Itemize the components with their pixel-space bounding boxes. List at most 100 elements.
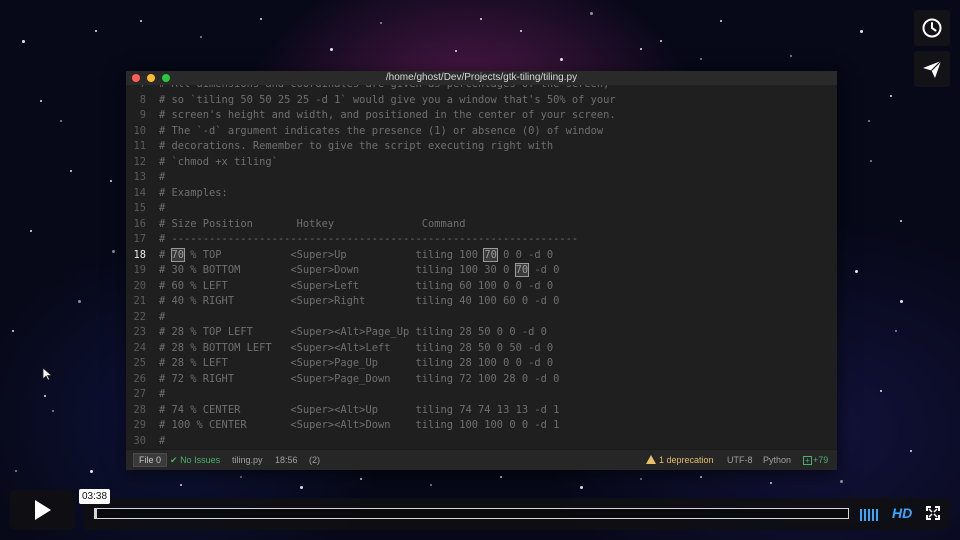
code-line[interactable]: 24 # 28 % BOTTOM LEFT <Super><Alt>Left ti… bbox=[126, 341, 837, 357]
code-line[interactable]: 30 # bbox=[126, 434, 837, 450]
line-number: 19 bbox=[133, 264, 146, 276]
code-editor[interactable]: 7# All dimensions and coordinates are gi… bbox=[126, 77, 837, 449]
editor-window: 7# All dimensions and coordinates are gi… bbox=[126, 71, 837, 470]
star bbox=[140, 20, 142, 22]
line-number: 25 bbox=[133, 357, 146, 369]
code-line[interactable]: 23 # 28 % TOP LEFT <Super><Alt>Page_Up ti… bbox=[126, 325, 837, 341]
star bbox=[380, 22, 382, 24]
current-filename[interactable]: tiling.py bbox=[232, 455, 263, 465]
line-number: 22 bbox=[133, 310, 146, 323]
star bbox=[900, 220, 902, 222]
code-text: # 74 % CENTER <Super><Alt>Up tiling 74 7… bbox=[159, 403, 560, 416]
star bbox=[95, 30, 97, 32]
star bbox=[770, 482, 772, 484]
star bbox=[70, 170, 72, 172]
check-icon: ✔ bbox=[170, 455, 178, 465]
search-match-highlight: 70 bbox=[514, 263, 530, 277]
git-changes[interactable]: + +79 bbox=[803, 455, 828, 465]
code-line[interactable]: 18 # 70 % TOP <Super>Up tiling 100 70 0 0… bbox=[126, 247, 837, 264]
star bbox=[200, 36, 202, 38]
window-titlebar[interactable]: /home/ghost/Dev/Projects/gtk-tiling/tili… bbox=[126, 71, 837, 85]
progress-bar[interactable] bbox=[94, 508, 849, 519]
star bbox=[855, 270, 858, 273]
star bbox=[840, 480, 843, 483]
code-line[interactable]: 11 # decorations. Remember to give the sc… bbox=[126, 139, 837, 155]
star bbox=[860, 30, 863, 33]
language-selector[interactable]: Python bbox=[763, 455, 791, 465]
star bbox=[40, 100, 42, 102]
star bbox=[480, 18, 482, 20]
play-button[interactable] bbox=[10, 490, 75, 530]
hd-quality-toggle[interactable]: HD bbox=[892, 505, 912, 521]
code-line[interactable]: 15 # bbox=[126, 201, 837, 217]
line-number: 27 bbox=[133, 388, 146, 400]
linter-status[interactable]: ✔ No Issues bbox=[170, 455, 220, 466]
code-line[interactable]: 22 # bbox=[126, 310, 837, 326]
line-number: 13 bbox=[133, 171, 146, 183]
star bbox=[700, 58, 702, 60]
code-text: # --------------------------------------… bbox=[159, 233, 579, 245]
encoding-selector[interactable]: UTF-8 bbox=[727, 455, 753, 465]
line-number: 30 bbox=[133, 434, 146, 447]
code-line[interactable]: 19 # 30 % BOTTOM <Super>Down tiling 100 3… bbox=[126, 263, 837, 279]
cursor-position[interactable]: 18:56 bbox=[275, 455, 298, 465]
line-number: 24 bbox=[133, 341, 146, 354]
star bbox=[660, 40, 662, 42]
line-number: 20 bbox=[133, 279, 146, 292]
selection-count: (2) bbox=[309, 455, 320, 465]
star bbox=[720, 20, 722, 22]
code-line[interactable]: 8 # so `tiling 50 50 25 25 -d 1` would gi… bbox=[126, 93, 837, 109]
code-line[interactable]: 21 # 40 % RIGHT <Super>Right tiling 40 10… bbox=[126, 294, 837, 310]
star bbox=[22, 40, 25, 43]
deprecation-status[interactable]: 1 deprecation bbox=[646, 455, 714, 465]
watch-later-button[interactable] bbox=[914, 10, 950, 46]
line-number: 17 bbox=[133, 233, 146, 245]
star bbox=[890, 95, 892, 97]
star bbox=[900, 300, 903, 303]
file-count-tab[interactable]: File 0 bbox=[133, 453, 168, 467]
line-number: 26 bbox=[133, 372, 146, 385]
code-line[interactable]: 14 # Examples: bbox=[126, 186, 837, 202]
code-line[interactable]: 16 # Size Position Hotkey Command bbox=[126, 217, 837, 233]
share-button[interactable] bbox=[914, 51, 950, 87]
code-line[interactable]: 25 # 28 % LEFT <Super>Page_Up tiling 28 1… bbox=[126, 356, 837, 372]
code-line[interactable]: 9 # screen's height and width, and positi… bbox=[126, 108, 837, 124]
clock-icon bbox=[922, 18, 942, 38]
code-text: # 28 % TOP LEFT <Super><Alt>Page_Up tili… bbox=[159, 326, 547, 338]
star bbox=[90, 470, 93, 473]
line-number: 15 bbox=[133, 202, 146, 214]
code-text: # bbox=[159, 171, 166, 183]
code-line[interactable]: 29 # 100 % CENTER <Super><Alt>Down tiling… bbox=[126, 418, 837, 434]
code-line[interactable]: 13 # bbox=[126, 170, 837, 186]
code-line[interactable]: 27 # bbox=[126, 387, 837, 403]
line-number: 14 bbox=[133, 186, 146, 199]
star bbox=[500, 476, 502, 478]
line-number: 16 bbox=[133, 217, 146, 230]
code-line[interactable]: 26 # 72 % RIGHT <Super>Page_Down tiling 7… bbox=[126, 372, 837, 388]
search-match-highlight: 70 bbox=[483, 247, 498, 262]
send-icon bbox=[923, 60, 942, 78]
code-text: # 28 % LEFT <Super>Page_Up tiling 28 100… bbox=[159, 357, 554, 369]
code-line[interactable]: 28 # 74 % CENTER <Super><Alt>Up tiling 74… bbox=[126, 403, 837, 419]
star bbox=[868, 120, 870, 122]
code-line[interactable]: 20 # 60 % LEFT <Super>Left tiling 60 100 … bbox=[126, 279, 837, 295]
code-line[interactable]: 10 # The `-d` argument indicates the pres… bbox=[126, 124, 837, 140]
star bbox=[560, 58, 563, 61]
window-title: /home/ghost/Dev/Projects/gtk-tiling/tili… bbox=[385, 72, 578, 83]
fullscreen-icon[interactable] bbox=[926, 506, 940, 520]
mouse-cursor-icon bbox=[42, 367, 52, 381]
line-number: 18 bbox=[133, 248, 146, 261]
code-text: # so `tiling 50 50 25 25 -d 1` would giv… bbox=[159, 93, 616, 106]
star bbox=[112, 250, 115, 253]
star bbox=[180, 484, 182, 486]
code-line[interactable]: 12 # `chmod +x tiling` bbox=[126, 155, 837, 171]
code-text: # 100 % CENTER <Super><Alt>Down tiling 1… bbox=[159, 419, 560, 431]
git-plus-count: +79 bbox=[813, 455, 829, 465]
code-line[interactable]: 17 # ------------------------------------… bbox=[126, 232, 837, 248]
code-text: # bbox=[159, 310, 166, 323]
star bbox=[910, 450, 912, 452]
play-icon bbox=[34, 500, 51, 520]
volume-icon[interactable] bbox=[860, 507, 878, 521]
code-text: # Examples: bbox=[159, 186, 228, 199]
star bbox=[300, 486, 303, 489]
